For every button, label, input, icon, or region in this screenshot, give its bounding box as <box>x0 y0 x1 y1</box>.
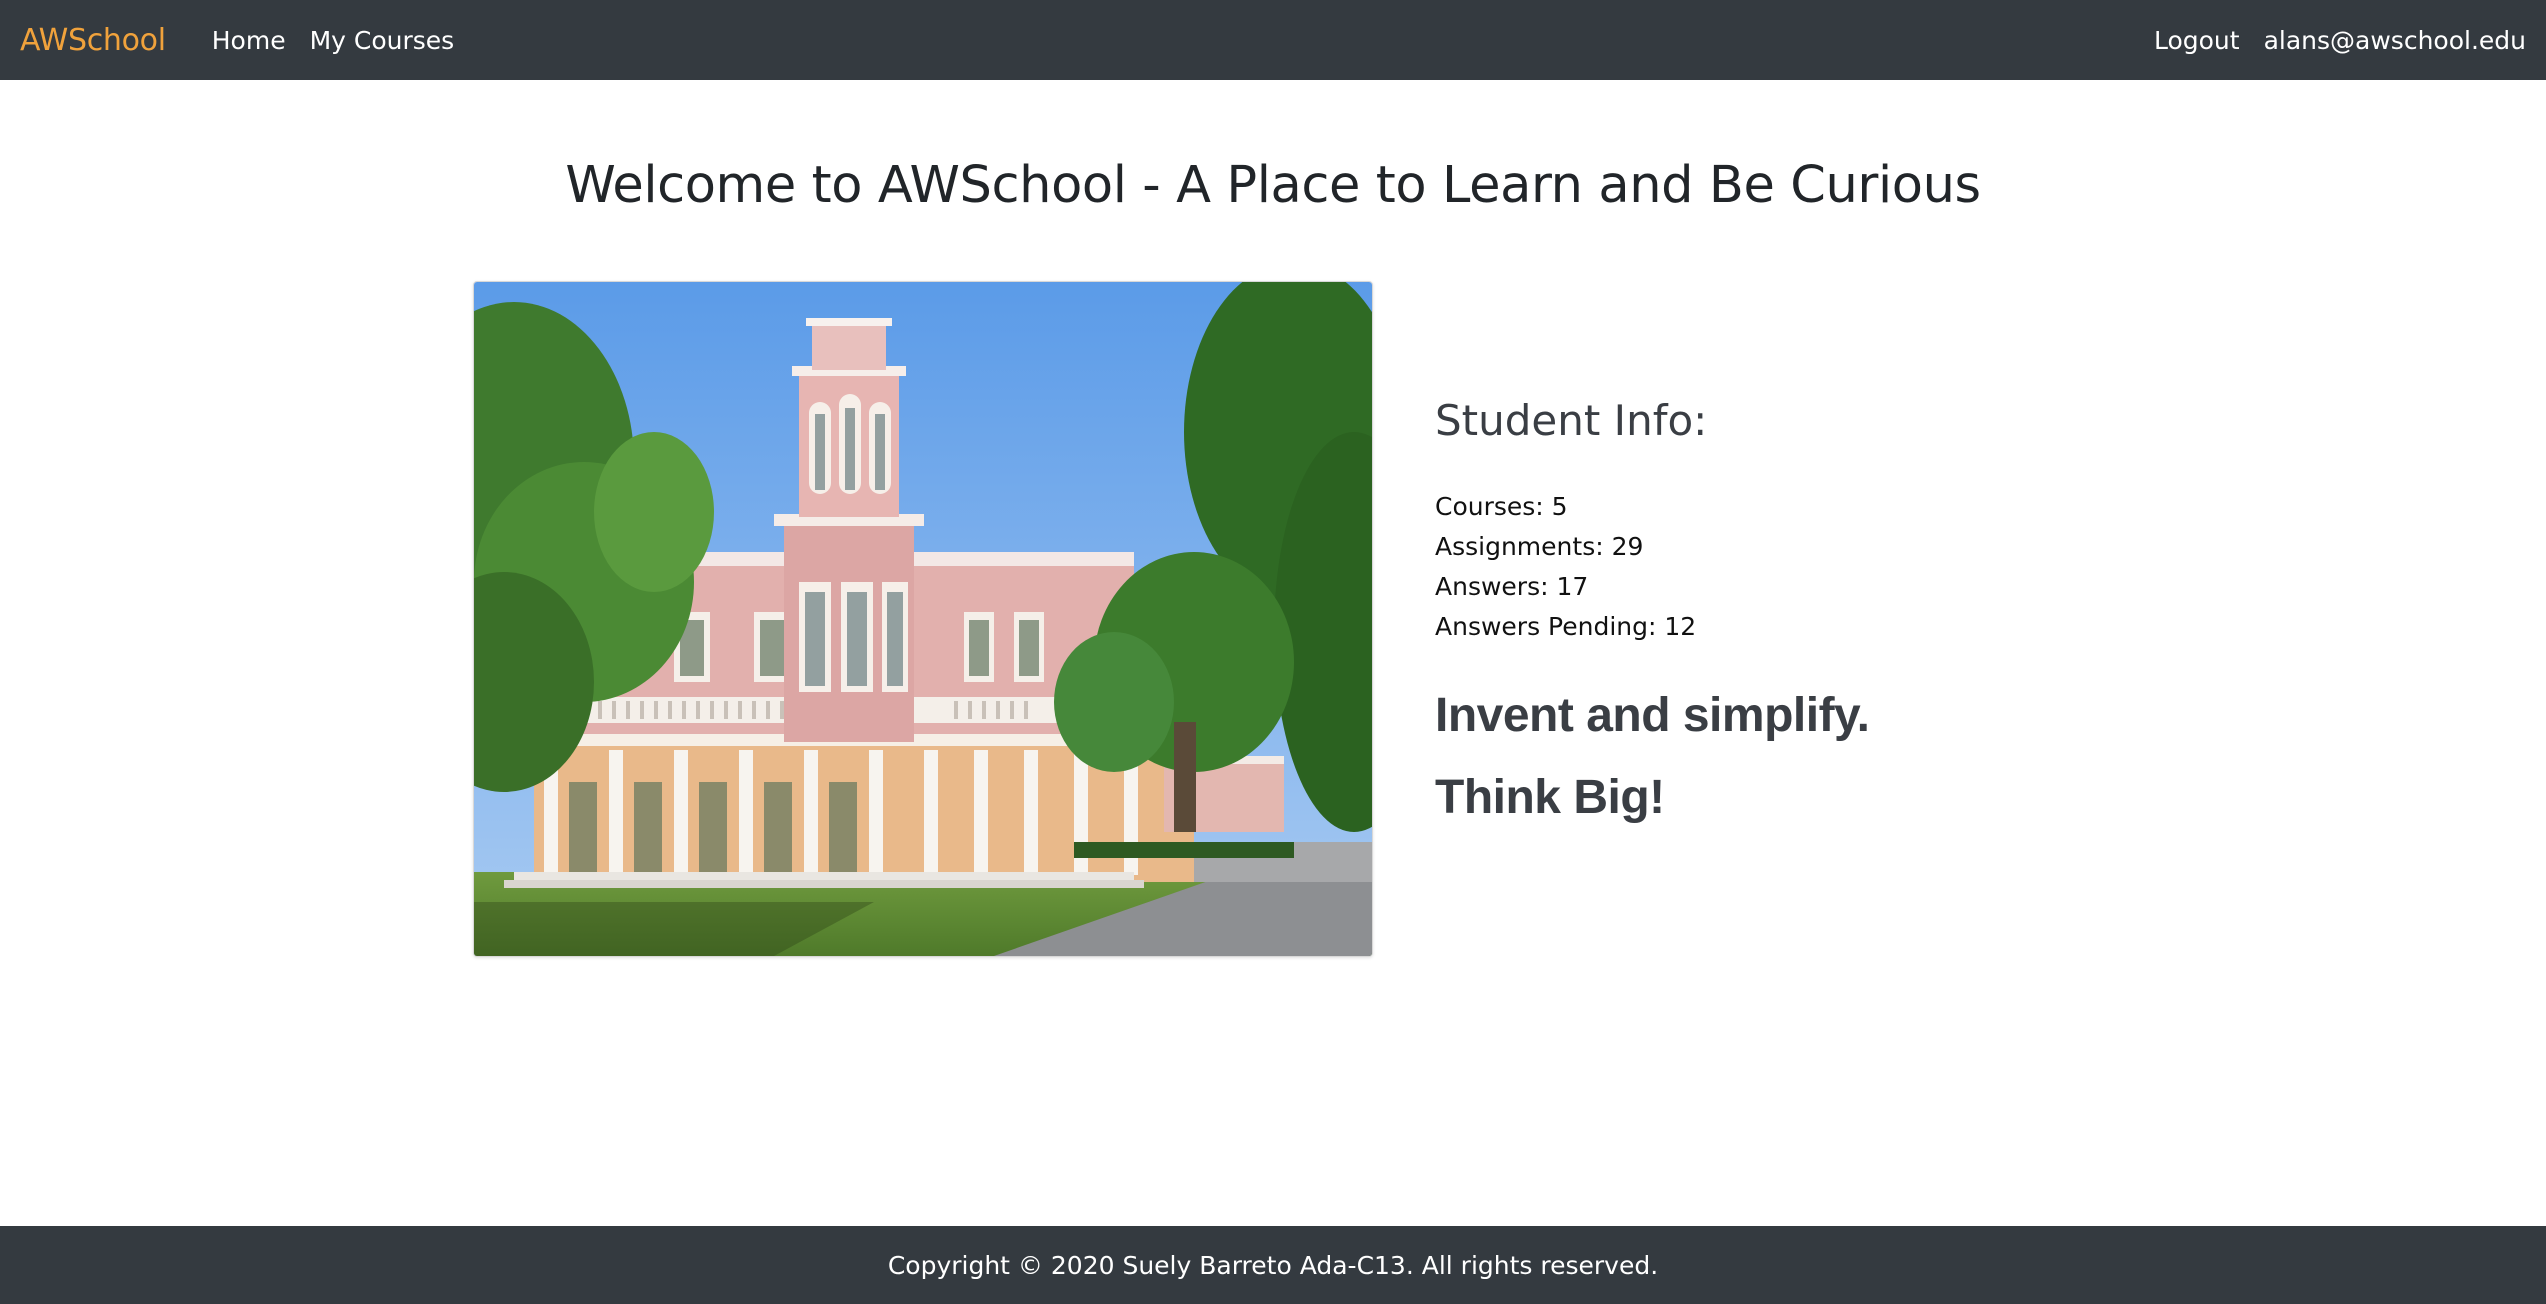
campus-building-image <box>473 281 1373 957</box>
nav-right-group: Logout alans@awschool.edu <box>2154 26 2526 55</box>
courses-count: Courses: 5 <box>1435 492 1568 521</box>
logout-link[interactable]: Logout <box>2154 26 2240 55</box>
motto-invent-simplify: Invent and simplify. <box>1435 689 1870 742</box>
nav-home-link[interactable]: Home <box>212 26 286 55</box>
nav-my-courses-link[interactable]: My Courses <box>310 26 455 55</box>
assignments-count: Assignments: 29 <box>1435 532 1644 561</box>
copyright-text: Copyright © 2020 Suely Barreto Ada-C13. … <box>887 1250 1659 1280</box>
page-title: Welcome to AWSchool - A Place to Learn a… <box>565 156 1981 215</box>
student-info-panel: Student Info: Courses: 5 Assignments: 29… <box>1435 396 2135 826</box>
page-footer: Copyright © 2020 Suely Barreto Ada-C13. … <box>0 1226 2546 1304</box>
brand-logo-link[interactable]: AWSchool <box>20 23 166 58</box>
answers-count: Answers: 17 <box>1435 572 1589 601</box>
motto-think-big: Think Big! <box>1435 770 1665 824</box>
user-email-link[interactable]: alans@awschool.edu <box>2264 26 2526 55</box>
nav-links: Home My Courses <box>212 26 454 55</box>
top-navbar: AWSchool Home My Courses Logout alans@aw… <box>0 0 2546 80</box>
student-info-heading: Student Info: <box>1435 396 1708 445</box>
main-content: Welcome to AWSchool - A Place to Learn a… <box>0 80 2546 1226</box>
answers-pending-count: Answers Pending: 12 <box>1435 612 1697 641</box>
